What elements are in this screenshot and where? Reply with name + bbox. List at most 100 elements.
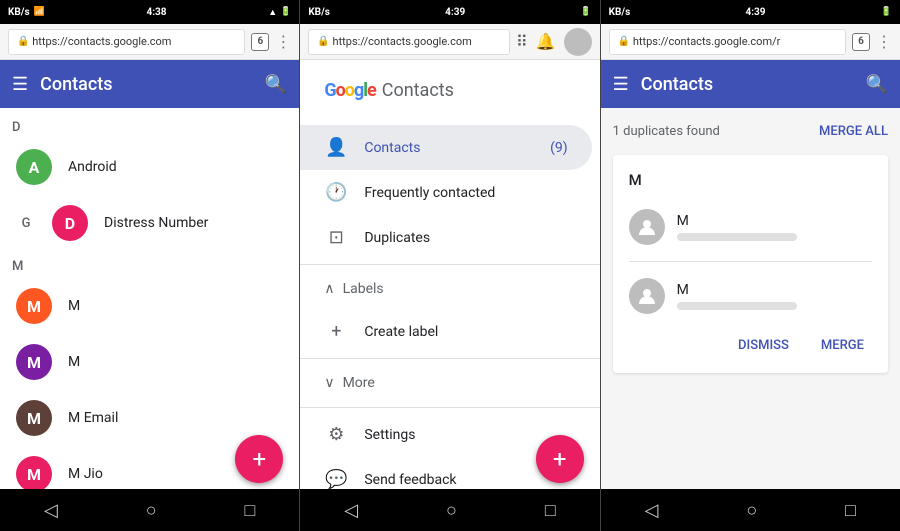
drawer-item-frequently[interactable]: 🕐 Frequently contacted [300,170,599,215]
fab-button-1[interactable]: + [235,435,283,483]
tab-count-3[interactable]: 6 [852,33,870,51]
fab-button-2[interactable]: + [536,435,584,483]
url-text-3: https://contacts.google.com/r [633,35,781,48]
address-bar-1: 🔒 https://contacts.google.com 6 ⋮ [0,24,299,60]
status-bar-right-3: 🔋 [881,7,892,17]
avatar-user[interactable] [564,28,592,56]
panel-merge: KB/s 4:39 🔋 🔒 https://contacts.google.co… [601,0,900,531]
hamburger-menu-icon-3[interactable]: ☰ [613,74,629,95]
wifi-icon-1: ▲ [268,7,277,18]
status-bar-left-3: KB/s [609,7,631,18]
contact-name-memail: M Email [68,410,118,426]
merge-contact-info-1: M [677,213,872,241]
merge-actions: DISMISS MERGE [629,334,872,357]
search-icon-3[interactable]: 🔍 [866,74,888,95]
contact-list-1: D A Android G D Distress Number M M M M … [0,108,299,489]
create-label-text: Create label [364,324,438,340]
contacts-icon: 👤 [324,137,348,158]
recent-button-1[interactable]: □ [244,500,255,521]
back-button-1[interactable]: ◁ [44,500,58,521]
url-input-2[interactable]: 🔒 https://contacts.google.com [308,29,510,55]
contact-row-android[interactable]: A Android [0,139,299,195]
app-title-1: Contacts [40,74,253,95]
avatar-android: A [16,149,52,185]
bottom-nav-3: ◁ ○ □ [601,489,900,531]
url-text-2: https://contacts.google.com [333,35,472,48]
google-logo-text: Google [324,80,375,101]
merge-contact-name-1: M [677,213,872,229]
battery-icon-3: 🔋 [881,7,892,17]
back-button-3[interactable]: ◁ [645,500,659,521]
notifications-icon[interactable]: 🔔 [536,32,556,51]
create-label-icon: + [324,321,348,342]
battery-icon-2: 🔋 [580,7,591,17]
kb-indicator-1: KB/s [8,7,30,18]
status-bar-3: KB/s 4:39 🔋 [601,0,900,24]
contact-name-m2: M [68,354,80,370]
menu-dots-3[interactable]: ⋮ [876,32,892,51]
apps-icon[interactable]: ⠿ [516,32,528,51]
address-bar-2: 🔒 https://contacts.google.com ⠿ 🔔 [300,24,599,60]
bottom-nav-1: ◁ ○ □ [0,489,299,531]
lock-icon-1: 🔒 [17,36,29,47]
dismiss-button[interactable]: DISMISS [730,334,797,357]
status-bar-right-1: ▲ 🔋 [268,7,291,18]
time-2: 4:39 [445,7,465,18]
contact-name-android: Android [68,159,117,175]
frequently-icon: 🕐 [324,182,348,203]
hamburger-menu-icon-1[interactable]: ☰ [12,74,28,95]
url-input-3[interactable]: 🔒 https://contacts.google.com/r [609,29,846,55]
drawer-label-duplicates: Duplicates [364,230,430,246]
status-bar-left-2: KB/s [308,7,330,18]
avatar-m1: M [16,288,52,324]
merge-all-button[interactable]: MERGE ALL [819,124,888,139]
merge-card-title: M [629,171,872,189]
back-button-2[interactable]: ◁ [344,500,358,521]
url-text-1: https://contacts.google.com [32,35,171,48]
app-header-3: ☰ Contacts 🔍 [601,60,900,108]
status-bar-right-2: 🔋 [580,7,591,17]
merge-button[interactable]: MERGE [813,334,872,357]
section-letter-d: D [0,112,299,139]
recent-button-2[interactable]: □ [545,500,556,521]
duplicates-found-text: 1 duplicates found [613,124,720,139]
menu-dots-1[interactable]: ⋮ [275,32,291,51]
drawer-item-duplicates[interactable]: ⊡ Duplicates [300,215,599,260]
drawer-item-contacts[interactable]: 👤 Contacts (9) [300,125,591,170]
merge-contact-detail-1 [677,233,797,241]
contacts-badge: (9) [550,140,568,156]
home-button-1[interactable]: ○ [146,500,157,521]
drawer-item-create-label[interactable]: + Create label [300,309,599,354]
contact-row-m2[interactable]: M M [0,334,299,390]
contact-row-g[interactable]: G D Distress Number [0,195,299,251]
panel-contacts-list: KB/s 📶 4:38 ▲ 🔋 🔒 https://contacts.googl… [0,0,299,531]
merge-header: 1 duplicates found MERGE ALL [613,120,888,143]
home-button-2[interactable]: ○ [446,500,457,521]
merge-contact-row-2: M [629,270,872,322]
merge-contact-detail-2 [677,302,797,310]
contact-row-m1[interactable]: M M [0,278,299,334]
settings-icon: ⚙ [324,424,348,445]
recent-button-3[interactable]: □ [845,500,856,521]
drawer-divider-3 [300,407,599,408]
drawer-content: 👤 Contacts (9) 🕐 Frequently contacted ⊡ … [300,117,599,489]
labels-text: Labels [343,281,384,297]
kb-indicator-2: KB/s [308,7,330,18]
kb-indicator-3: KB/s [609,7,631,18]
duplicates-icon: ⊡ [324,227,348,248]
labels-section: ∧ Labels [300,269,599,309]
tab-count-1[interactable]: 6 [251,33,269,51]
chevron-up-icon: ∧ [324,281,334,297]
url-input-1[interactable]: 🔒 https://contacts.google.com [8,29,245,55]
merge-card: M M [613,155,888,373]
feedback-text: Send feedback [364,472,456,488]
drawer-divider-2 [300,358,599,359]
merge-avatar-1 [629,209,665,245]
merge-content: 1 duplicates found MERGE ALL M M [601,108,900,489]
status-bar-2: KB/s 4:39 🔋 [300,0,599,24]
home-button-3[interactable]: ○ [746,500,757,521]
search-icon-1[interactable]: 🔍 [265,74,287,95]
section-letter-m: M [0,251,299,278]
contact-name-m1: M [68,298,80,314]
status-bar-left-1: KB/s 📶 [8,7,45,18]
